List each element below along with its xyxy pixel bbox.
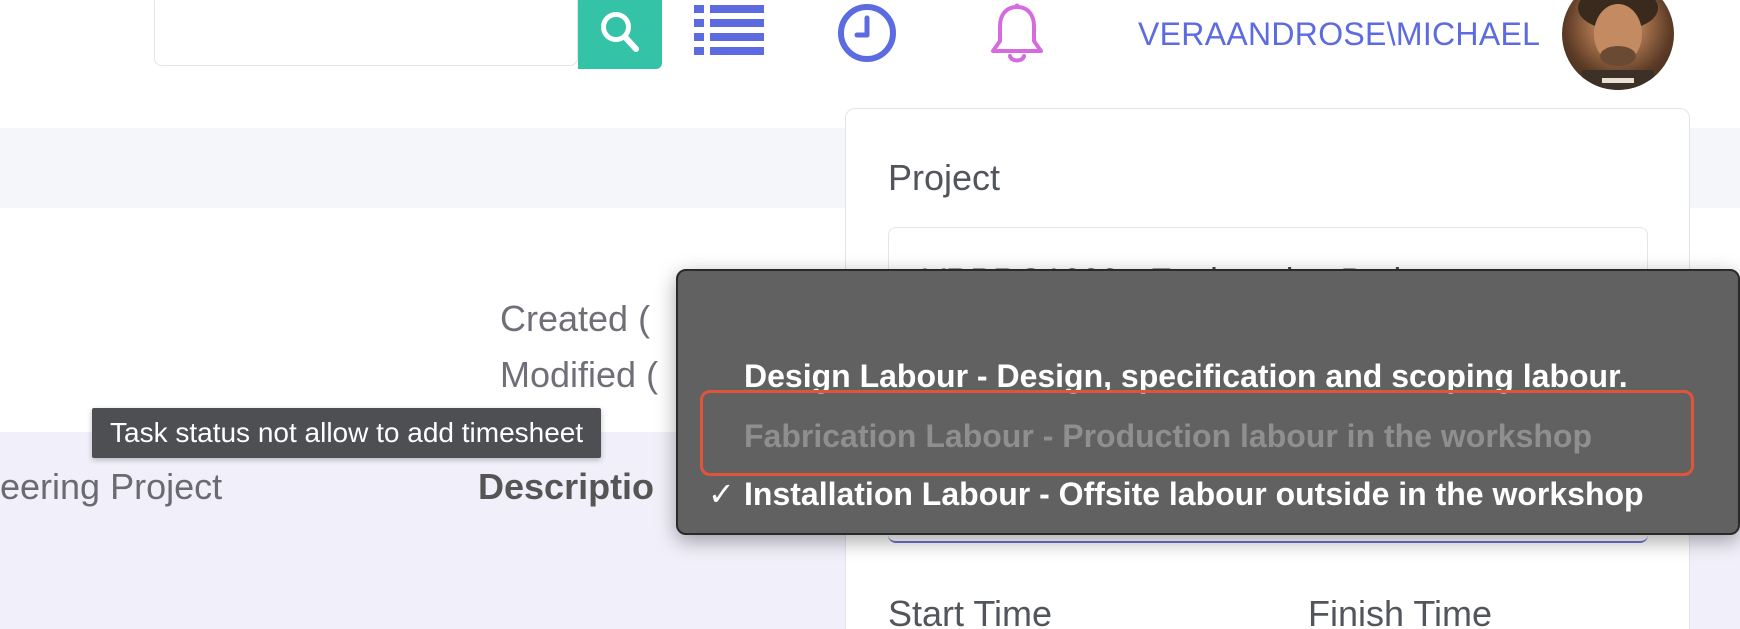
finish-time-label: Finish Time [1308,593,1493,629]
task-status-tooltip: Task status not allow to add timesheet [92,408,602,458]
clock-icon[interactable] [834,2,900,64]
selected-check-icon: ✓ [708,476,735,512]
description-label: Descriptio [478,466,655,507]
project-name-value: eering Project [0,466,223,507]
start-time-label: Start Time [888,593,1053,629]
avatar[interactable] [1562,0,1674,90]
user-name[interactable]: VERAANDROSE\MICHAEL [1138,14,1540,54]
fabrication-option-highlight [700,390,1694,476]
created-label: Created ( [500,298,651,339]
list-icon[interactable] [694,2,766,58]
search-icon [601,11,639,52]
modified-label: Modified ( [500,354,659,395]
project-field-label: Project [888,157,1001,198]
timesheet-page: VERAANDROSE\MICHAEL Created ( Modified (… [0,0,1740,629]
bell-icon[interactable] [986,2,1048,68]
search-button[interactable] [578,0,662,69]
search-input[interactable] [154,0,578,66]
labour-option-installation[interactable]: Installation Labour - Offsite labour out… [744,469,1644,519]
